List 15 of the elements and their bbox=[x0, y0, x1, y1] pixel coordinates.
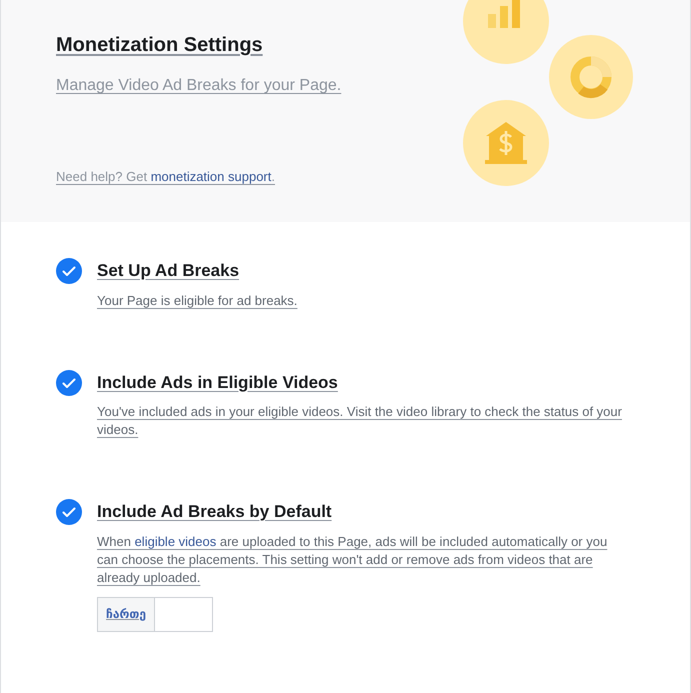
step-title: Include Ads in Eligible Videos bbox=[97, 372, 338, 394]
eligible-videos-link[interactable]: eligible videos bbox=[134, 534, 216, 548]
page-title: Monetization Settings bbox=[56, 33, 264, 58]
support-link[interactable]: monetization support bbox=[150, 169, 272, 184]
step-description: When eligible videos are uploaded to this Page, ads will be included automatically or you can choose the placements. This setting won't add or remove ads from videos that are already uploaded. bbox=[97, 532, 608, 586]
step-title: Set Up Ad Breaks bbox=[97, 260, 240, 282]
bar-chart-coin-icon bbox=[463, 0, 549, 64]
help-text: Need help? Get monetization support. bbox=[56, 168, 275, 186]
step-description: Your Page is eligible for ad breaks. bbox=[97, 292, 298, 310]
donut-coin-icon bbox=[549, 35, 633, 119]
step-description: You've included ads in your eligible videos. Visit the video library to check the status of your videos. bbox=[97, 403, 622, 439]
bank-coin-icon bbox=[463, 100, 549, 186]
step-title: Include Ad Breaks by Default bbox=[97, 501, 332, 523]
toggle-switch[interactable]: ჩართე bbox=[97, 596, 213, 632]
page-subtitle: Manage Video Ad Breaks for your Page. bbox=[56, 76, 342, 96]
